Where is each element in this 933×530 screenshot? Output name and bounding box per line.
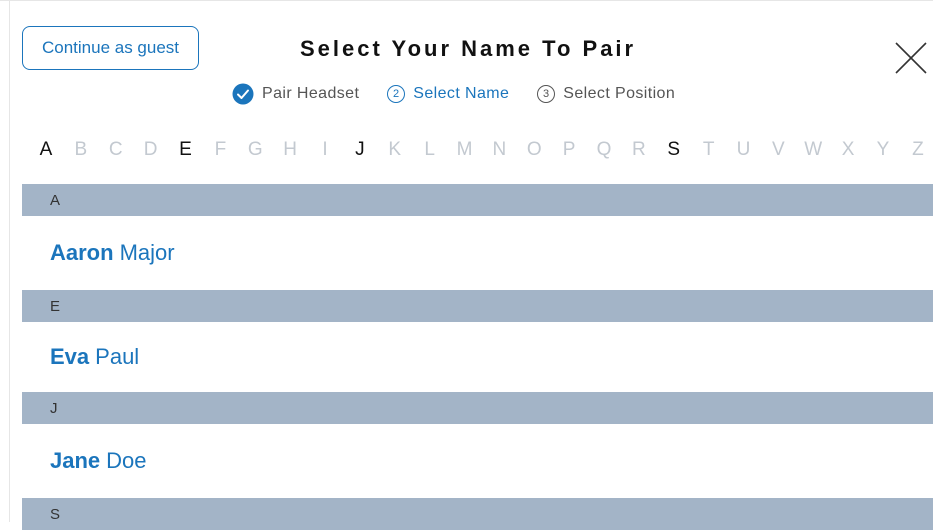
alphabet-letter-e[interactable]: E (176, 139, 196, 161)
step-label: Pair Headset (262, 85, 360, 102)
alphabet-letter-c: C (108, 139, 123, 160)
continue-as-guest-button[interactable]: Continue as guest (22, 26, 199, 70)
alphabet-letter-d: D (143, 139, 158, 160)
last-name: Paul (95, 344, 140, 369)
alphabet-letter-n: N (492, 139, 507, 160)
name-list: A Aaron Major E Eva Paul J Jane Doe S (22, 184, 933, 530)
close-icon (893, 40, 929, 76)
alphabet-letter-o: O (526, 139, 542, 160)
name-row[interactable]: Aaron Major (22, 216, 933, 290)
alphabet-letter-m: M (456, 139, 473, 160)
top-border (0, 0, 933, 1)
alphabet-letter-r: R (632, 139, 646, 160)
step-label: Select Position (563, 85, 676, 102)
last-name: Major (119, 240, 175, 265)
alphabet-letter-y: Y (876, 139, 890, 160)
last-name: Doe (106, 448, 147, 473)
alphabet-letter-a[interactable]: A (36, 139, 56, 161)
pairing-steps: Pair Headset 2 Select Name 3 Select Posi… (232, 83, 703, 105)
alphabet-letter-x: X (841, 139, 855, 160)
step-number: 3 (537, 85, 556, 103)
name-row[interactable]: Jane Doe (22, 424, 933, 498)
alphabet-letter-z: Z (912, 139, 924, 160)
first-name: Jane (50, 448, 101, 473)
section-header-j: J (22, 392, 933, 424)
alphabet-letter-j[interactable]: J (350, 139, 370, 161)
alphabet-letter-w: W (804, 139, 823, 160)
step-label: Select Name (413, 85, 510, 102)
alphabet-letter-f: F (214, 139, 227, 160)
checkmark-circle-icon (232, 83, 254, 105)
page-title: Select Your Name To Pair (300, 36, 637, 61)
alphabet-letter-s[interactable]: S (664, 139, 684, 161)
alphabet-letter-b: B (74, 139, 88, 160)
alphabet-letter-v: V (772, 139, 785, 160)
section-header-e: E (22, 290, 933, 322)
alphabet-letter-h: H (283, 139, 297, 160)
step-select-name: 2 Select Name (387, 85, 509, 103)
alphabet-letter-i: I (322, 139, 328, 160)
left-border (9, 0, 10, 522)
alphabet-letter-u: U (736, 139, 751, 160)
section-header-a: A (22, 184, 933, 216)
alphabet-letter-p: P (562, 139, 576, 160)
alphabet-index: ABCDEFGH I JK LMNOPQRSTUVWXY Z (36, 139, 928, 161)
step-pair-headset: Pair Headset (232, 83, 359, 105)
alphabet-letter-k: K (388, 139, 402, 160)
alphabet-letter-q: Q (596, 139, 612, 160)
step-select-position: 3 Select Position (537, 85, 675, 103)
alphabet-letter-t: T (702, 139, 715, 160)
first-name: Eva (50, 344, 90, 369)
name-row[interactable]: Eva Paul (22, 322, 933, 392)
step-number: 2 (387, 85, 406, 103)
close-button[interactable] (893, 40, 929, 76)
section-header-s: S (22, 498, 933, 530)
alphabet-letter-g: G (247, 139, 263, 160)
alphabet-letter-l: L (424, 139, 435, 160)
first-name: Aaron (50, 240, 114, 265)
